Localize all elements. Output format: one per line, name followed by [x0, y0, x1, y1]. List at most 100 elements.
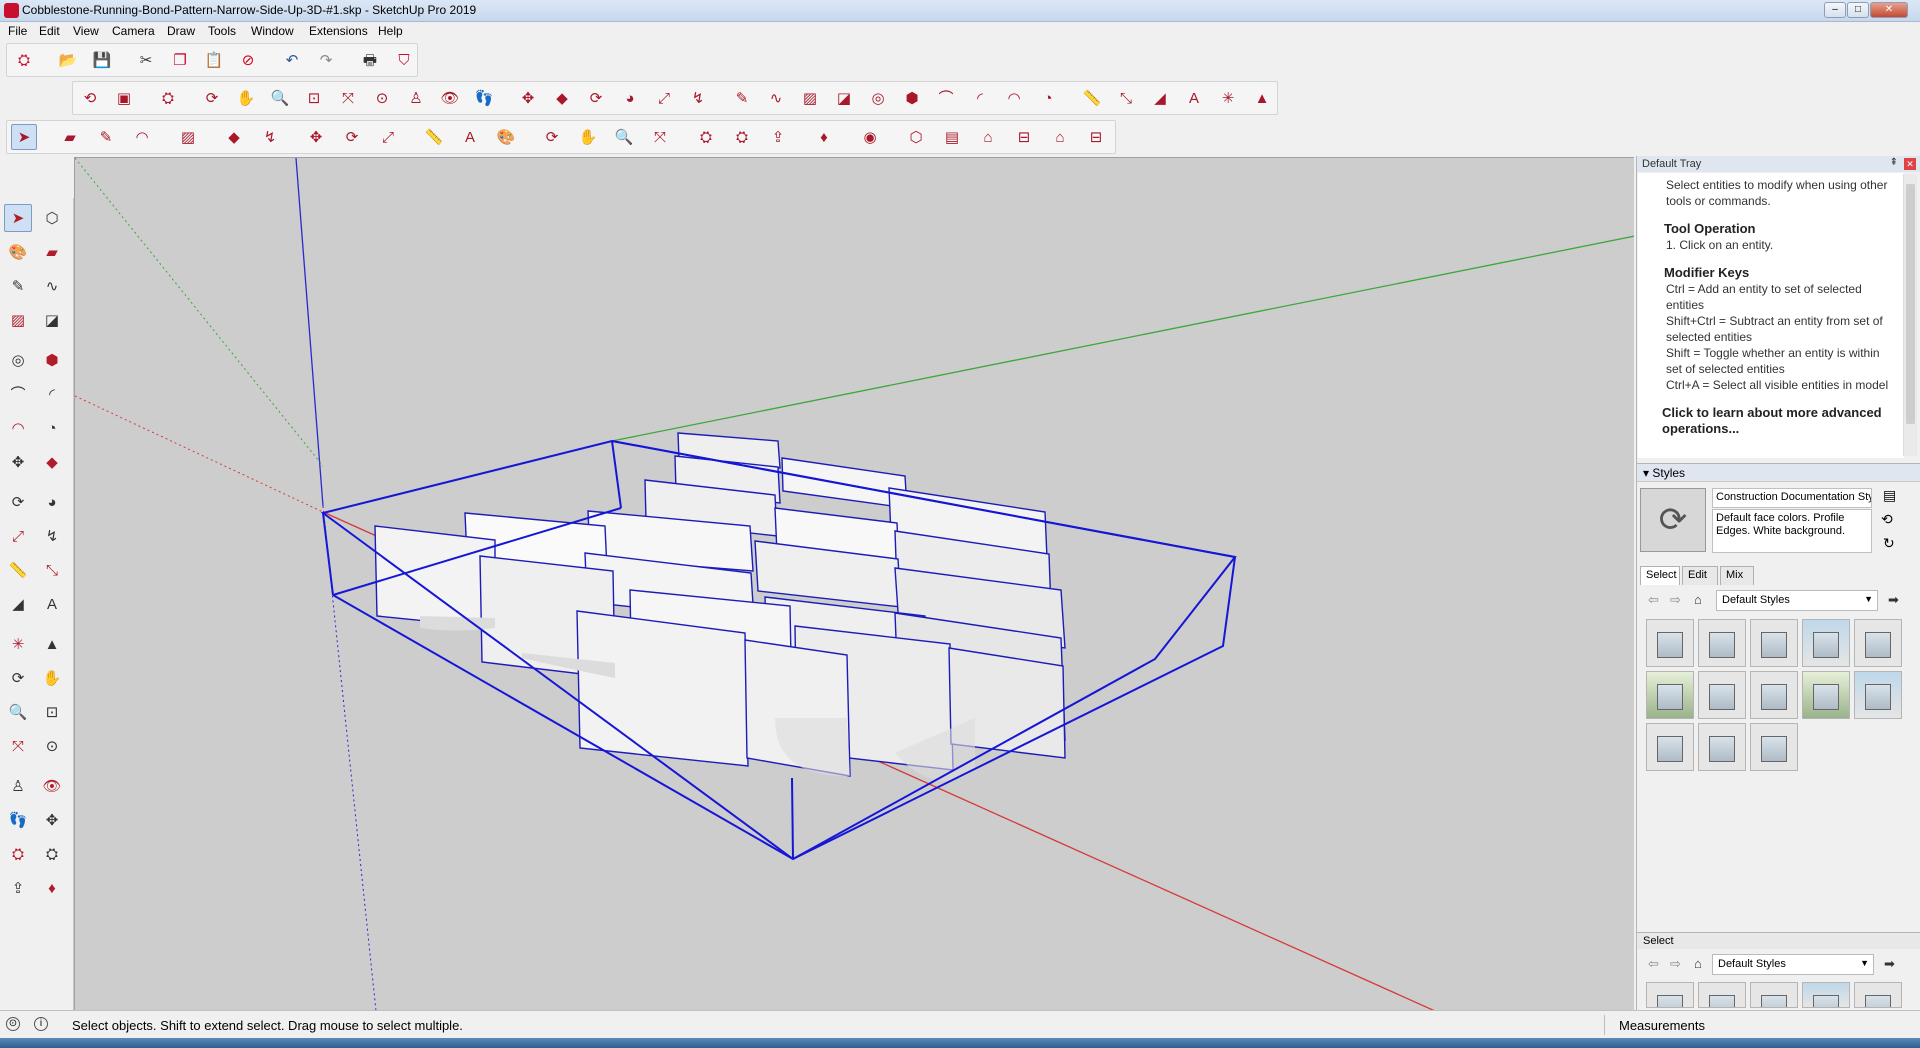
orbit-tool-icon[interactable]: ⟳: [539, 124, 565, 150]
left-follow-me-icon[interactable]: ◕: [38, 488, 66, 516]
left-walk-icon[interactable]: 👣: [4, 806, 32, 834]
left-arc3-icon[interactable]: ◠: [4, 414, 32, 442]
style-swatch[interactable]: [1854, 671, 1902, 719]
rotate-icon[interactable]: ⟳: [583, 85, 609, 111]
style-swatch[interactable]: [1750, 671, 1798, 719]
style-description-field[interactable]: Default face colors. Profile Edges. Whit…: [1712, 509, 1872, 553]
iso-icon[interactable]: ⬡: [903, 124, 929, 150]
scale-tool-icon[interactable]: ⤢: [375, 124, 401, 150]
offset-icon[interactable]: ↯: [685, 85, 711, 111]
zoom-icon[interactable]: 🔍: [267, 85, 293, 111]
scroll-thumb[interactable]: [1906, 184, 1915, 424]
push-pull-icon[interactable]: ◆: [549, 85, 575, 111]
arc-icon[interactable]: ⟲: [77, 85, 103, 111]
style-swatch[interactable]: [1854, 619, 1902, 667]
style-swatch[interactable]: [1646, 671, 1694, 719]
zoom-extents-tool-icon[interactable]: ⤧: [647, 124, 673, 150]
style-swatch[interactable]: [1750, 723, 1798, 771]
arc-tool-icon[interactable]: ◠: [129, 124, 155, 150]
freehand-icon[interactable]: ∿: [763, 85, 789, 111]
styles-collection-select[interactable]: Default Styles ▼: [1716, 590, 1878, 611]
left-pan-icon[interactable]: ✋: [38, 664, 66, 692]
style-swatch[interactable]: [1698, 982, 1746, 1008]
pie-icon[interactable]: ◔: [1035, 85, 1061, 111]
copy-icon[interactable]: ❐: [167, 47, 193, 73]
left-polygon-icon[interactable]: ⬢: [38, 346, 66, 374]
top-icon[interactable]: ▤: [939, 124, 965, 150]
move-tool-icon[interactable]: ✥: [303, 124, 329, 150]
left-component-icon[interactable]: ⬡: [38, 204, 66, 232]
details-icon[interactable]: ➡: [1888, 592, 1899, 608]
line-icon[interactable]: ✎: [93, 124, 119, 150]
warehouse-icon[interactable]: ⛭: [11, 47, 37, 73]
move-icon[interactable]: ✥: [515, 85, 541, 111]
zoom-tool-icon[interactable]: 🔍: [611, 124, 637, 150]
dimension-icon[interactable]: ⤡: [1113, 85, 1139, 111]
zoom-extents-icon[interactable]: ⤧: [335, 85, 361, 111]
secondary-collection-select[interactable]: Default Styles ▼: [1712, 954, 1874, 975]
style-name-field[interactable]: Construction Documentation Sty: [1712, 488, 1872, 508]
previous-icon[interactable]: ⊙: [369, 85, 395, 111]
menu-window[interactable]: Window: [251, 24, 294, 38]
left-zoom-icon[interactable]: 🔍: [4, 698, 32, 726]
3d-text-icon[interactable]: ▲: [1249, 85, 1275, 111]
menu-draw[interactable]: Draw: [167, 24, 195, 38]
menu-tools[interactable]: Tools: [208, 24, 236, 38]
pan-icon[interactable]: ✋: [233, 85, 259, 111]
left-ruby-console-icon[interactable]: ♦: [38, 874, 66, 902]
left-rotated-rect-icon[interactable]: ◪: [38, 306, 66, 334]
tab-mix[interactable]: Mix: [1720, 566, 1754, 585]
forward-icon[interactable]: ⇨: [1670, 956, 1681, 972]
arc2-icon[interactable]: ⌒: [933, 85, 959, 111]
left-select-icon[interactable]: ➤: [4, 204, 32, 232]
left-arc-icon[interactable]: ⌒: [4, 380, 32, 408]
left-position-camera-icon[interactable]: ♙: [4, 772, 32, 800]
save-icon[interactable]: 💾: [89, 47, 115, 73]
style-swatch[interactable]: [1802, 982, 1850, 1008]
left-previous-view-icon[interactable]: ⊙: [38, 732, 66, 760]
details-icon[interactable]: ➡: [1884, 956, 1895, 972]
style-swatch[interactable]: [1646, 723, 1694, 771]
zoom-window-icon[interactable]: ⊡: [301, 85, 327, 111]
front-icon[interactable]: ⌂: [975, 124, 1001, 150]
left-move-icon[interactable]: ✥: [4, 448, 32, 476]
paint-icon[interactable]: 🎨: [493, 124, 519, 150]
text-tool-icon[interactable]: A: [457, 124, 483, 150]
tab-edit[interactable]: Edit: [1682, 566, 1718, 585]
rectangle-icon[interactable]: ▨: [797, 85, 823, 111]
style-swatch[interactable]: [1698, 671, 1746, 719]
style-swatch[interactable]: [1646, 982, 1694, 1008]
home-icon[interactable]: ⌂: [1694, 592, 1702, 607]
left-rotate-icon[interactable]: ⟳: [4, 488, 32, 516]
left-arc2-icon[interactable]: ◜: [38, 380, 66, 408]
polygon-icon[interactable]: ⬢: [899, 85, 925, 111]
model-info-icon[interactable]: ⛉: [391, 47, 417, 73]
text-icon[interactable]: A: [1181, 85, 1207, 111]
cut-icon[interactable]: ✂: [133, 47, 159, 73]
menu-file[interactable]: File: [8, 24, 27, 38]
tray-close-button[interactable]: ✕: [1904, 158, 1916, 170]
pin-icon[interactable]: ⇞: [1890, 157, 1898, 168]
rotated-rectangle-icon[interactable]: ◪: [831, 85, 857, 111]
left-section-plane-icon[interactable]: ✥: [38, 806, 66, 834]
ruby-icon[interactable]: ♦: [811, 124, 837, 150]
left-warehouse-icon[interactable]: ⛭: [4, 840, 32, 868]
style-swatch[interactable]: [1854, 982, 1902, 1008]
left-orbit-icon[interactable]: ⟳: [4, 664, 32, 692]
left-line-icon[interactable]: ✎: [4, 272, 32, 300]
warehouse-tool-icon[interactable]: ⛭: [693, 124, 719, 150]
left-protractor-icon[interactable]: ◢: [4, 590, 32, 618]
style-swatch[interactable]: [1750, 619, 1798, 667]
menu-view[interactable]: View: [73, 24, 99, 38]
learn-more-link[interactable]: Click to learn about more advanced opera…: [1662, 405, 1896, 437]
extension-warehouse-icon[interactable]: ⛭: [729, 124, 755, 150]
menu-extensions[interactable]: Extensions: [309, 24, 368, 38]
protractor-icon[interactable]: ◢: [1147, 85, 1173, 111]
rotate-tool-icon[interactable]: ⟳: [339, 124, 365, 150]
left-zoom-window-icon[interactable]: ⊡: [38, 698, 66, 726]
redo-icon[interactable]: ↷: [313, 47, 339, 73]
left-eraser-icon[interactable]: ▰: [38, 238, 66, 266]
left-push-pull-icon[interactable]: ◆: [38, 448, 66, 476]
tape-tool-icon[interactable]: 📏: [421, 124, 447, 150]
left-extension-warehouse-icon[interactable]: ⛭: [38, 840, 66, 868]
